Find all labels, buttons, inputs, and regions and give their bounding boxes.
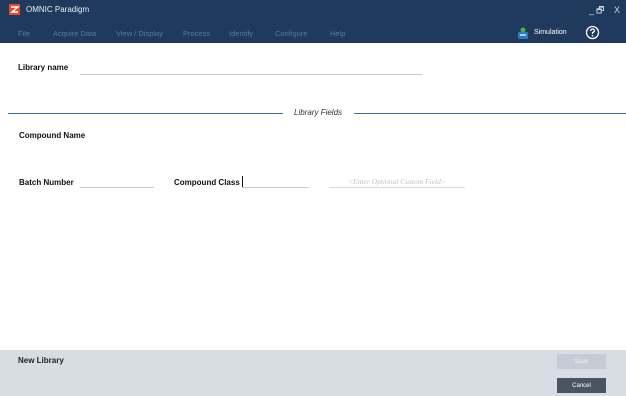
- library-name-input[interactable]: [80, 62, 422, 75]
- compound-class-input[interactable]: [242, 176, 309, 188]
- text-caret: [242, 176, 243, 187]
- menu-acquire-data[interactable]: Acquire Data: [53, 27, 96, 41]
- menu-file[interactable]: File: [18, 27, 30, 41]
- menu-bar: File Acquire Data View / Display Process…: [0, 27, 400, 41]
- footer-bar: [0, 350, 626, 396]
- library-fields-title: Library Fields: [294, 108, 343, 117]
- simulation-button[interactable]: Simulation: [517, 26, 567, 40]
- batch-number-label: Batch Number: [19, 178, 74, 187]
- minimize-button[interactable]: _: [589, 5, 594, 15]
- simulation-label: Simulation: [534, 29, 567, 36]
- app-title: OMNIC Paradigm: [26, 5, 90, 14]
- batch-number-input[interactable]: [80, 176, 154, 188]
- menu-configure[interactable]: Configure: [275, 27, 308, 41]
- menu-process[interactable]: Process: [183, 27, 210, 41]
- menu-identify[interactable]: Identify: [229, 27, 253, 41]
- save-button[interactable]: Save: [557, 354, 606, 369]
- restore-button[interactable]: 🗗: [596, 5, 604, 15]
- custom-field-input[interactable]: <Enter Optional Custom Field>: [329, 176, 465, 188]
- section-divider-right: [354, 113, 626, 114]
- new-library-title: New Library: [18, 356, 64, 365]
- compound-class-label: Compound Class: [174, 178, 240, 187]
- omnic-logo-icon: [9, 4, 20, 15]
- menu-view-display[interactable]: View / Display: [116, 27, 163, 41]
- cancel-button[interactable]: Cancel: [557, 378, 606, 393]
- menu-help[interactable]: Help: [330, 27, 345, 41]
- close-button[interactable]: X: [614, 5, 620, 15]
- help-circle-icon[interactable]: [585, 25, 600, 40]
- compound-name-label: Compound Name: [19, 131, 86, 140]
- library-name-label: Library name: [18, 63, 69, 72]
- title-bar: OMNIC Paradigm File Acquire Data View / …: [0, 0, 626, 43]
- simulation-instrument-icon: [518, 27, 528, 39]
- section-divider-left: [8, 113, 283, 114]
